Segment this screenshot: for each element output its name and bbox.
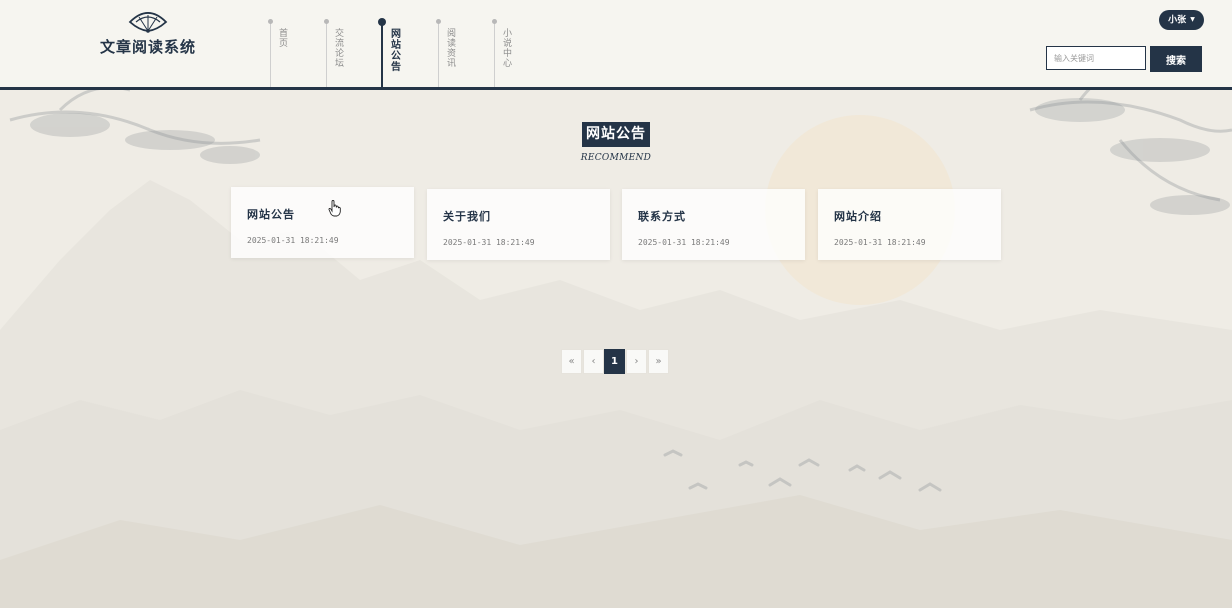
- nav-item-reading-news[interactable]: 阅读资讯: [431, 0, 487, 87]
- hand-pointer-icon: [328, 200, 341, 217]
- card-date: 2025-01-31 18:21:49: [443, 238, 535, 247]
- nav-divider: [438, 22, 439, 87]
- nav-item-announcements[interactable]: 网站公告: [375, 0, 431, 87]
- announcement-card[interactable]: 联系方式 2025-01-31 18:21:49: [622, 189, 805, 260]
- top-header: 文章阅读系统 首页 交流论坛 网站公告 阅读资讯 小说中心 小张 ▼ 输入关键词…: [0, 0, 1232, 90]
- card-title: 网站公告: [247, 208, 295, 221]
- landscape-background: [0, 0, 1232, 608]
- card-date: 2025-01-31 18:21:49: [834, 238, 926, 247]
- next-page-button[interactable]: ›: [626, 349, 647, 374]
- folding-fan-icon: [128, 12, 168, 33]
- card-date: 2025-01-31 18:21:49: [638, 238, 730, 247]
- first-page-button[interactable]: «: [561, 349, 582, 374]
- nav-item-novel-center[interactable]: 小说中心: [487, 0, 543, 87]
- card-title: 联系方式: [638, 210, 686, 223]
- nav-dot: [436, 19, 441, 24]
- card-title: 关于我们: [443, 210, 491, 223]
- nav-divider: [270, 22, 271, 87]
- card-title: 网站介绍: [834, 210, 882, 223]
- nav-dot-active: [378, 18, 386, 26]
- nav-divider: [326, 22, 327, 87]
- announcement-card[interactable]: 网站介绍 2025-01-31 18:21:49: [818, 189, 1001, 260]
- section-title: 网站公告: [582, 122, 650, 147]
- nav-divider: [381, 22, 383, 87]
- card-date: 2025-01-31 18:21:49: [247, 236, 339, 245]
- caret-down-icon: ▼: [1190, 16, 1195, 23]
- search-input[interactable]: [1046, 46, 1146, 70]
- announcement-card[interactable]: 关于我们 2025-01-31 18:21:49: [427, 189, 610, 260]
- section-subtitle: RECOMMEND: [580, 153, 652, 163]
- site-logo[interactable]: 文章阅读系统: [100, 10, 196, 57]
- announcement-card[interactable]: 网站公告 2025-01-31 18:21:49: [231, 187, 414, 258]
- nav-item-home[interactable]: 首页: [263, 0, 319, 87]
- last-page-button[interactable]: »: [648, 349, 669, 374]
- user-menu-button[interactable]: 小张 ▼: [1159, 10, 1204, 30]
- nav-dot: [492, 19, 497, 24]
- prev-page-button[interactable]: ‹: [583, 349, 604, 374]
- nav-label: 阅读资讯: [447, 29, 457, 69]
- nav-divider: [494, 22, 495, 87]
- nav-label: 小说中心: [503, 29, 513, 69]
- nav-label: 首页: [279, 29, 289, 49]
- search-button[interactable]: 搜索: [1150, 46, 1202, 72]
- nav-label: 网站公告: [391, 29, 401, 73]
- nav-dot: [268, 19, 273, 24]
- nav-label: 交流论坛: [335, 29, 345, 69]
- nav-dot: [324, 19, 329, 24]
- page-1-button[interactable]: 1: [604, 349, 625, 374]
- user-name: 小张: [1168, 15, 1187, 26]
- site-name: 文章阅读系统: [100, 38, 197, 56]
- nav-item-forum[interactable]: 交流论坛: [319, 0, 375, 87]
